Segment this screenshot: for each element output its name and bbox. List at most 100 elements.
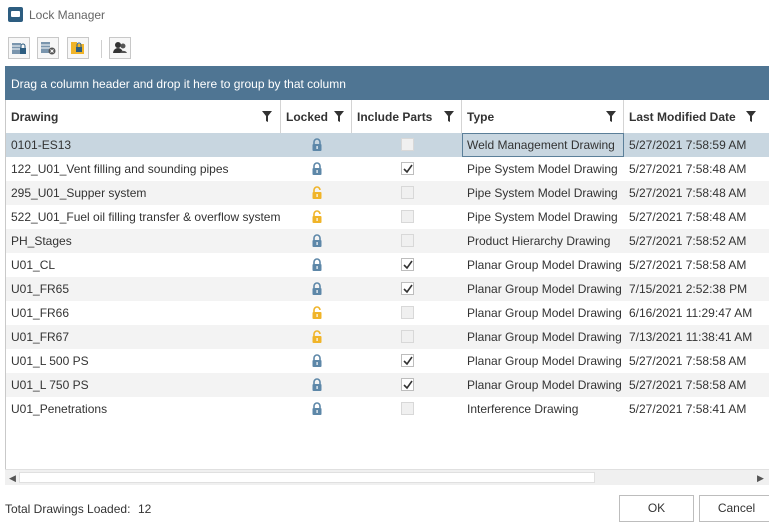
scroll-right-arrow-icon[interactable]: ▶ xyxy=(757,473,764,484)
cell-type[interactable]: Pipe System Model Drawing xyxy=(462,181,624,205)
cell-drawing[interactable]: U01_FR65 xyxy=(6,277,281,301)
include-parts-checkbox[interactable] xyxy=(401,306,414,319)
cell-type[interactable]: Planar Group Model Drawing xyxy=(462,373,624,397)
cell-type[interactable]: Planar Group Model Drawing xyxy=(462,325,624,349)
include-parts-checkbox[interactable] xyxy=(401,258,414,271)
cell-locked[interactable] xyxy=(281,325,352,349)
column-header-type[interactable]: Type xyxy=(462,100,624,133)
include-parts-checkbox[interactable] xyxy=(401,234,414,247)
cell-locked[interactable] xyxy=(281,133,352,157)
cell-locked[interactable] xyxy=(281,373,352,397)
scroll-left-arrow-icon[interactable]: ◀ xyxy=(9,473,16,484)
cell-include-parts[interactable] xyxy=(352,229,462,253)
cell-last-modified-date[interactable]: 5/27/2021 7:58:41 AM xyxy=(624,397,769,421)
cancel-button[interactable]: Cancel xyxy=(699,495,769,522)
cell-last-modified-date[interactable]: 6/16/2021 11:29:47 AM xyxy=(624,301,769,325)
cell-type[interactable]: Planar Group Model Drawing xyxy=(462,349,624,373)
cell-locked[interactable] xyxy=(281,181,352,205)
table-row[interactable]: U01_FR66 Planar Group Model Drawing 6/16/2… xyxy=(6,301,769,325)
column-header-last-modified-date[interactable]: Last Modified Date xyxy=(624,100,769,133)
table-row[interactable]: U01_FR67 Planar Group Model Drawing 7/13/2… xyxy=(6,325,769,349)
cell-drawing[interactable]: U01_Penetrations xyxy=(6,397,281,421)
table-row[interactable]: 122_U01_Vent filling and sounding pipes P… xyxy=(6,157,769,181)
cell-last-modified-date[interactable]: 5/27/2021 7:58:48 AM xyxy=(624,157,769,181)
cell-include-parts[interactable] xyxy=(352,157,462,181)
cell-locked[interactable] xyxy=(281,253,352,277)
cell-last-modified-date[interactable]: 5/27/2021 7:58:48 AM xyxy=(624,181,769,205)
cell-last-modified-date[interactable]: 5/27/2021 7:58:52 AM xyxy=(624,229,769,253)
include-parts-checkbox[interactable] xyxy=(401,354,414,367)
cell-locked[interactable] xyxy=(281,277,352,301)
lock-drawing-button[interactable] xyxy=(8,37,30,59)
include-parts-checkbox[interactable] xyxy=(401,330,414,343)
cell-type[interactable]: Interference Drawing xyxy=(462,397,624,421)
cell-drawing[interactable]: U01_FR66 xyxy=(6,301,281,325)
cell-include-parts[interactable] xyxy=(352,181,462,205)
filter-icon[interactable] xyxy=(606,111,616,122)
cell-locked[interactable] xyxy=(281,397,352,421)
folder-lock-button[interactable] xyxy=(67,37,89,59)
cell-last-modified-date[interactable]: 5/27/2021 7:58:58 AM xyxy=(624,253,769,277)
cell-type[interactable]: Weld Management Drawing xyxy=(462,133,624,157)
cell-type[interactable]: Pipe System Model Drawing xyxy=(462,205,624,229)
cell-type[interactable]: Planar Group Model Drawing xyxy=(462,301,624,325)
table-row[interactable]: 522_U01_Fuel oil filling transfer & over… xyxy=(6,205,769,229)
cell-locked[interactable] xyxy=(281,229,352,253)
table-row[interactable]: U01_CL Planar Group Model Drawing 5/27/202… xyxy=(6,253,769,277)
cell-locked[interactable] xyxy=(281,205,352,229)
ok-button[interactable]: OK xyxy=(619,495,694,522)
horizontal-scrollbar[interactable]: ◀ ▶ xyxy=(5,469,769,485)
cell-drawing[interactable]: 0101-ES13 xyxy=(6,133,281,157)
cell-drawing[interactable]: PH_Stages xyxy=(6,229,281,253)
cell-drawing[interactable]: U01_CL xyxy=(6,253,281,277)
cell-locked[interactable] xyxy=(281,349,352,373)
cell-last-modified-date[interactable]: 7/15/2021 2:52:38 PM xyxy=(624,277,769,301)
include-parts-checkbox[interactable] xyxy=(401,282,414,295)
cell-include-parts[interactable] xyxy=(352,349,462,373)
cell-include-parts[interactable] xyxy=(352,397,462,421)
include-parts-checkbox[interactable] xyxy=(401,378,414,391)
cell-last-modified-date[interactable]: 5/27/2021 7:58:58 AM xyxy=(624,349,769,373)
scrollbar-thumb[interactable] xyxy=(19,472,595,483)
cell-include-parts[interactable] xyxy=(352,133,462,157)
cell-type[interactable]: Product Hierarchy Drawing xyxy=(462,229,624,253)
cell-include-parts[interactable] xyxy=(352,205,462,229)
table-row[interactable]: U01_L 500 PS Planar Group Model Drawing 5/… xyxy=(6,349,769,373)
cell-last-modified-date[interactable]: 7/13/2021 11:38:41 AM xyxy=(624,325,769,349)
cell-include-parts[interactable] xyxy=(352,373,462,397)
cell-last-modified-date[interactable]: 5/27/2021 7:58:59 AM xyxy=(624,133,769,157)
include-parts-checkbox[interactable] xyxy=(401,138,414,151)
cell-locked[interactable] xyxy=(281,157,352,181)
table-row[interactable]: U01_L 750 PS Planar Group Model Drawing 5/… xyxy=(6,373,769,397)
cell-include-parts[interactable] xyxy=(352,301,462,325)
include-parts-checkbox[interactable] xyxy=(401,162,414,175)
cell-drawing[interactable]: 522_U01_Fuel oil filling transfer & over… xyxy=(6,205,281,229)
cell-drawing[interactable]: 122_U01_Vent filling and sounding pipes xyxy=(6,157,281,181)
filter-icon[interactable] xyxy=(334,111,344,122)
cell-type[interactable]: Planar Group Model Drawing xyxy=(462,277,624,301)
cell-include-parts[interactable] xyxy=(352,325,462,349)
cell-drawing[interactable]: U01_L 750 PS xyxy=(6,373,281,397)
cell-drawing[interactable]: U01_FR67 xyxy=(6,325,281,349)
cell-drawing[interactable]: 295_U01_Supper system xyxy=(6,181,281,205)
column-header-drawing[interactable]: Drawing xyxy=(6,100,281,133)
unlock-drawing-button[interactable] xyxy=(37,37,59,59)
cell-last-modified-date[interactable]: 5/27/2021 7:58:58 AM xyxy=(624,373,769,397)
cell-type[interactable]: Planar Group Model Drawing xyxy=(462,253,624,277)
users-button[interactable] xyxy=(109,37,131,59)
table-row[interactable]: 0101-ES13 Weld Management Drawing 5/27/202… xyxy=(6,133,769,157)
column-header-include-parts[interactable]: Include Parts xyxy=(352,100,462,133)
filter-icon[interactable] xyxy=(262,111,272,122)
filter-icon[interactable] xyxy=(444,111,454,122)
table-row[interactable]: U01_Penetrations Interference Drawing 5/27… xyxy=(6,397,769,421)
cell-type[interactable]: Pipe System Model Drawing xyxy=(462,157,624,181)
filter-icon[interactable] xyxy=(746,111,756,122)
cell-include-parts[interactable] xyxy=(352,253,462,277)
column-header-locked[interactable]: Locked xyxy=(281,100,352,133)
cell-drawing[interactable]: U01_L 500 PS xyxy=(6,349,281,373)
group-by-panel[interactable]: Drag a column header and drop it here to… xyxy=(5,66,769,100)
include-parts-checkbox[interactable] xyxy=(401,186,414,199)
cell-include-parts[interactable] xyxy=(352,277,462,301)
include-parts-checkbox[interactable] xyxy=(401,210,414,223)
table-row[interactable]: 295_U01_Supper system Pipe System Model D… xyxy=(6,181,769,205)
